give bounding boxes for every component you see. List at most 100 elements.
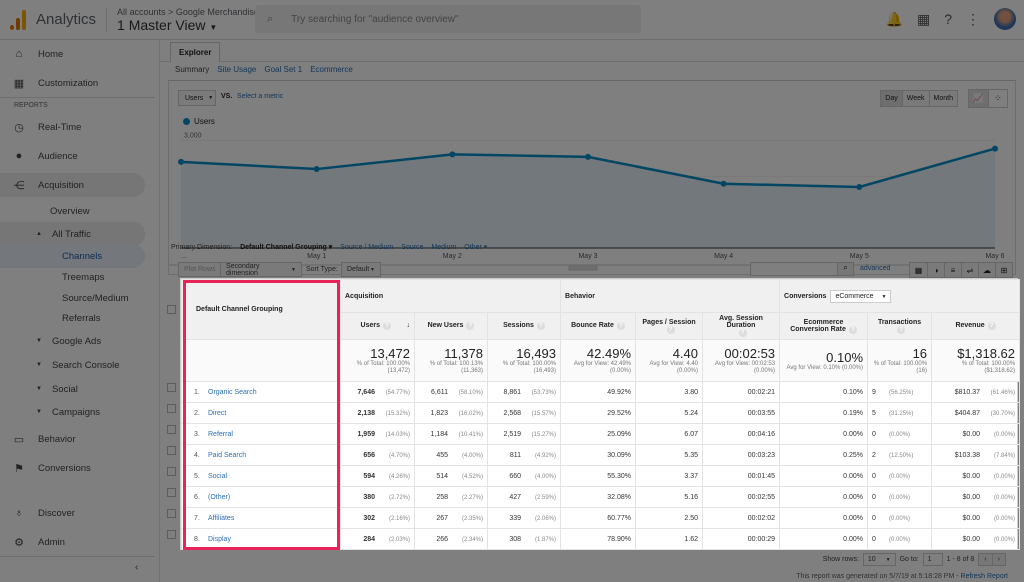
help-icon[interactable]: ? xyxy=(616,322,625,330)
dimension-link-medium[interactable]: Medium xyxy=(431,244,456,251)
help-icon[interactable]: ? xyxy=(382,322,391,330)
channel-link[interactable]: (Other) xyxy=(208,494,230,501)
subtab-summary[interactable]: Summary xyxy=(175,65,209,74)
month-button[interactable]: Month xyxy=(928,91,957,106)
help-icon[interactable]: ? xyxy=(987,322,996,330)
plot-rows-button[interactable]: Plot Rows xyxy=(178,262,222,277)
help-icon[interactable]: ? xyxy=(466,322,475,330)
show-rows-select[interactable]: 10 ▼ xyxy=(862,553,896,566)
conversions-select[interactable]: eCommerce ▼ xyxy=(830,289,892,303)
apps-grid-icon[interactable]: ▦ xyxy=(917,11,930,28)
sidebar-item-google-ads[interactable]: ▼ Google Ads xyxy=(0,329,145,353)
column-header-pages-session[interactable]: Pages / Session? xyxy=(635,312,704,340)
notifications-bell-icon[interactable]: 🔔 xyxy=(886,11,903,28)
goto-input[interactable]: 1 xyxy=(922,553,943,566)
subtab-site-usage[interactable]: Site Usage xyxy=(217,65,256,74)
help-icon[interactable]: ? xyxy=(536,322,545,330)
row-checkbox[interactable] xyxy=(167,488,176,497)
row-checkbox[interactable] xyxy=(167,509,176,518)
sidebar-item-overview[interactable]: Overview xyxy=(0,199,145,223)
analytics-logo-icon[interactable] xyxy=(10,9,28,30)
dimension-link-source[interactable]: Source xyxy=(401,244,423,251)
channel-link[interactable]: Paid Search xyxy=(208,452,246,459)
secondary-dimension-select[interactable]: Secondary dimension ▼ xyxy=(220,262,302,277)
search-icon[interactable]: ⌕ xyxy=(837,263,853,275)
sidebar-item-campaigns[interactable]: ▼ Campaigns xyxy=(0,400,145,424)
column-header-transactions[interactable]: Transactions? xyxy=(867,312,933,340)
pivot-icon[interactable]: ⊞ xyxy=(995,263,1012,277)
account-selector[interactable]: All accounts > Google Merchandise St... … xyxy=(117,7,277,33)
tab-bar: Explorer xyxy=(160,40,1024,62)
sidebar-item-customization[interactable]: ▦ Customization xyxy=(0,71,145,95)
row-checkbox[interactable] xyxy=(167,530,176,539)
sidebar-item-home[interactable]: ⌂ Home xyxy=(0,42,145,66)
help-icon[interactable]: ? xyxy=(738,329,747,337)
row-checkbox[interactable] xyxy=(167,425,176,434)
column-header-sessions[interactable]: Sessions? xyxy=(486,312,562,340)
table-filter-input[interactable]: ⌕ xyxy=(750,262,854,276)
sidebar-item-all-traffic[interactable]: ▲ All Traffic xyxy=(0,222,145,246)
sidebar-item-acquisition[interactable]: ⋲ Acquisition xyxy=(0,173,145,197)
channel-link[interactable]: Organic Search xyxy=(208,389,257,396)
help-icon[interactable]: ? xyxy=(848,325,857,334)
primary-dimension-current[interactable]: Default Channel Grouping ▾ xyxy=(240,243,332,251)
dimension-link-source-medium[interactable]: Source / Medium xyxy=(340,244,393,251)
next-page-icon[interactable]: › xyxy=(991,554,1005,565)
sidebar-item-real-time[interactable]: ◷ Real-Time xyxy=(0,115,145,139)
row-checkbox[interactable] xyxy=(167,383,176,392)
column-header-ecommerce-conversion-rate[interactable]: Ecommerce Conversion Rate? xyxy=(779,312,869,340)
revenue-cell: $404.87 (30.70%) xyxy=(931,402,1021,424)
help-icon[interactable]: ? xyxy=(666,325,675,334)
sidebar-item-discover[interactable]: ♁ Discover xyxy=(0,501,145,525)
channel-link[interactable]: Social xyxy=(208,473,227,480)
channel-link[interactable]: Affiliates xyxy=(208,515,234,522)
pie-chart-icon[interactable]: ◑ xyxy=(927,263,944,277)
channel-link[interactable]: Referral xyxy=(208,431,233,438)
total-cell: 16% of Total: 100.00% (16) xyxy=(867,339,933,382)
dimension-header[interactable]: Default Channel Grouping xyxy=(181,279,341,340)
metric-select[interactable]: Users ▼ xyxy=(178,90,216,106)
sidebar-item-referrals[interactable]: Referrals xyxy=(0,306,145,330)
subtab-ecommerce[interactable]: Ecommerce xyxy=(310,65,353,74)
channel-link[interactable]: Direct xyxy=(208,410,226,417)
bounce-rate-cell: 25.09% xyxy=(560,423,637,445)
row-checkbox[interactable] xyxy=(167,404,176,413)
select-metric-link[interactable]: Select a metric xyxy=(237,93,283,100)
channel-link[interactable]: Display xyxy=(208,536,231,543)
help-icon[interactable]: ? xyxy=(897,325,906,334)
search-input[interactable]: ⌕ Try searching for "audience overview" xyxy=(255,5,641,33)
column-header-users[interactable]: Users? ↓ xyxy=(340,312,415,340)
collapse-sidebar-chevron-icon[interactable]: ‹ xyxy=(135,562,138,573)
row-checkbox[interactable] xyxy=(167,446,176,455)
tab-explorer[interactable]: Explorer xyxy=(170,42,221,62)
advanced-filter-link[interactable]: advanced xyxy=(860,265,890,272)
line-chart-icon[interactable]: 📈 xyxy=(969,90,988,107)
sidebar-item-social[interactable]: ▼ Social xyxy=(0,377,145,401)
comparison-icon[interactable]: ⇌ xyxy=(961,263,978,277)
column-header-revenue[interactable]: Revenue? xyxy=(931,312,1021,340)
data-table-icon[interactable]: ▦ xyxy=(910,263,927,277)
dimension-link-other[interactable]: Other ▾ xyxy=(464,243,487,251)
sidebar-item-audience[interactable]: ● Audience xyxy=(0,144,145,168)
week-button[interactable]: Week xyxy=(901,91,929,106)
motion-chart-icon[interactable]: ⁘ xyxy=(988,90,1007,107)
term-cloud-icon[interactable]: ☁ xyxy=(978,263,995,277)
sidebar-item-search-console[interactable]: ▼ Search Console xyxy=(0,353,145,377)
day-button[interactable]: Day xyxy=(881,91,902,106)
help-icon[interactable]: ? xyxy=(944,11,952,27)
sort-type-select[interactable]: Default ▼ xyxy=(341,262,381,277)
performance-bars-icon[interactable]: ≡ xyxy=(944,263,961,277)
select-all-checkbox[interactable] xyxy=(167,305,176,314)
prev-page-icon[interactable]: ‹ xyxy=(979,554,992,565)
row-checkbox[interactable] xyxy=(167,467,176,476)
column-header-new-users[interactable]: New Users? xyxy=(414,312,488,340)
column-header-bounce-rate[interactable]: Bounce Rate? xyxy=(560,312,637,340)
sidebar-item-conversions[interactable]: ⚑ Conversions xyxy=(0,456,145,480)
avatar[interactable] xyxy=(994,8,1016,30)
refresh-report-link[interactable]: Refresh Report xyxy=(961,573,1008,580)
sidebar-item-admin[interactable]: ⚙ Admin xyxy=(0,530,145,554)
more-vert-icon[interactable]: ⋮ xyxy=(966,11,980,28)
column-header-avg-session-duration[interactable]: Avg. Session Duration? xyxy=(702,312,781,340)
sidebar-item-behavior[interactable]: ▭ Behavior xyxy=(0,427,145,451)
subtab-goal-set-1[interactable]: Goal Set 1 xyxy=(264,65,302,74)
